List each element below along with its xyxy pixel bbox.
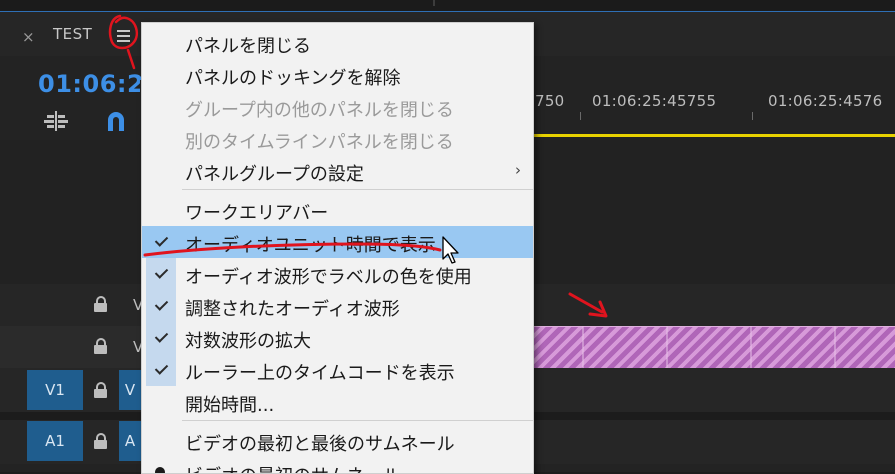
menu-separator <box>182 420 533 421</box>
menu-item-start-time[interactable]: 開始時間... <box>142 386 533 418</box>
menu-item-label: 開始時間... <box>185 395 275 416</box>
ruler-tick <box>752 112 753 120</box>
checkmark-icon <box>154 362 168 376</box>
target-track-a1[interactable]: A <box>119 421 141 461</box>
menu-item-label: グループ内の他のパネルを閉じる <box>185 100 454 121</box>
menu-item-panel-group-settings[interactable]: パネルグループの設定 › <box>142 155 533 187</box>
ruler-label: 750 <box>535 92 565 110</box>
menu-item-label: パネルのドッキングを解除 <box>185 68 401 89</box>
ruler-tick <box>580 112 581 120</box>
work-area-bar[interactable] <box>533 134 895 137</box>
annotation-arrow <box>568 292 608 318</box>
submenu-arrow-icon: › <box>515 161 521 179</box>
menu-item-label: ルーラー上のタイムコードを表示 <box>185 363 455 384</box>
ruler-label: 01:06:25:45755 <box>592 92 717 110</box>
checkmark-icon <box>154 330 168 344</box>
checkmark-icon <box>154 298 168 312</box>
menu-item-label: ビデオの最初と最後のサムネール <box>185 434 455 455</box>
menu-item-label: パネルを閉じる <box>185 36 311 57</box>
menu-item-label: パネルグループの設定 <box>185 164 364 185</box>
ruler-label: 01:06:25:4576 <box>768 92 883 110</box>
track-lock-icon[interactable] <box>94 433 108 449</box>
track-lock-icon[interactable] <box>94 296 108 312</box>
track-lock-icon[interactable] <box>94 382 108 398</box>
snap-magnet-icon[interactable] <box>104 109 128 133</box>
menu-item-work-area-bar[interactable]: ワークエリアバー <box>142 194 533 226</box>
source-patch-v1[interactable]: V1 <box>27 370 83 410</box>
menu-item-close-other-timelines: 別のタイムラインパネルを閉じる <box>142 123 533 155</box>
target-track-v1[interactable]: V <box>119 370 141 410</box>
menu-item-close-other-panels: グループ内の他のパネルを閉じる <box>142 91 533 123</box>
menu-separator <box>182 189 533 190</box>
mouse-cursor-icon <box>442 236 459 264</box>
menu-item-label: 調整されたオーディオ波形 <box>185 299 400 320</box>
menu-item-head-tail-thumbnails[interactable]: ビデオの最初と最後のサムネール <box>142 425 533 457</box>
menu-item-close-panel[interactable]: パネルを閉じる <box>142 27 533 59</box>
menu-item-head-thumbnail[interactable]: ビデオの最初のサムネール <box>142 457 533 473</box>
tab-close-button[interactable]: × <box>22 28 35 46</box>
insert-overwrite-sequence-icon[interactable] <box>44 111 68 131</box>
menu-item-undock-panel[interactable]: パネルのドッキングを解除 <box>142 59 533 91</box>
tab-title[interactable]: TEST <box>53 25 92 43</box>
annotation-underline <box>143 242 442 257</box>
source-patch-a1[interactable]: A1 <box>27 421 83 461</box>
menu-item-label: ビデオの最初のサムネール <box>185 462 401 473</box>
menu-item-rectified-waveform[interactable]: 調整されたオーディオ波形 <box>142 290 533 322</box>
menu-item-ruler-timecode[interactable]: ルーラー上のタイムコードを表示 <box>142 354 533 386</box>
clip-edit-points <box>582 326 836 368</box>
menu-item-label: 別のタイムラインパネルを閉じる <box>185 132 454 153</box>
menu-item-label: ワークエリアバー <box>185 203 329 224</box>
track-lock-icon[interactable] <box>94 338 108 354</box>
menu-item-log-waveform[interactable]: 対数波形の拡大 <box>142 322 533 354</box>
panel-top-strip <box>0 0 895 12</box>
annotation-circle <box>108 14 138 70</box>
radio-dot-icon <box>155 467 165 473</box>
menu-item-label: 対数波形の拡大 <box>185 331 311 352</box>
